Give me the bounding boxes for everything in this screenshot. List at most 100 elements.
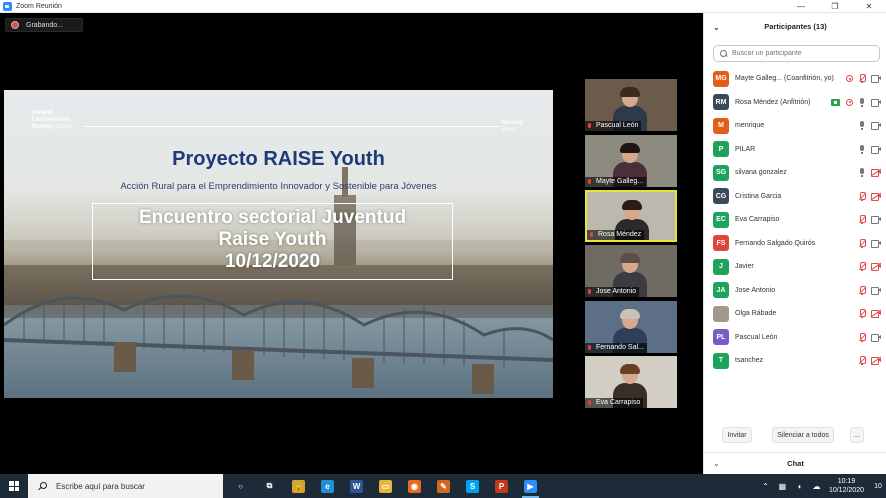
meeting-area: Grabando... Iceland Liechtenstein Norway… [0,13,703,474]
cortana-icon[interactable]: ○ [226,474,255,498]
participant-status-icons [858,208,881,232]
participant-avatar: CG [713,188,729,205]
mic-icon[interactable] [859,121,865,131]
skype-icon[interactable]: S [458,474,487,498]
panel-actions: Invitar Silenciar a todos ... [704,427,886,443]
mic-muted-icon[interactable] [858,309,867,319]
participant-avatar: T [713,352,729,369]
word-icon-glyph: W [350,479,363,493]
edge-icon[interactable]: e [313,474,342,498]
mic-muted-icon[interactable] [858,238,867,248]
participant-name: Fernando Salgado Quirós [735,240,815,247]
video-name-label: Fernando Sal... [585,343,647,353]
mic-icon[interactable] [859,144,865,154]
camera-icon [871,216,881,225]
participant-row[interactable]: SG silvana gonzalez [704,161,886,185]
participant-name: silvana gonzalez [735,169,787,176]
notification-center-button[interactable]: 10 [870,474,886,498]
mic-muted-icon[interactable] [858,191,867,201]
participant-row[interactable]: Mmenrique [704,114,886,138]
volume-icon[interactable]: ◖ [794,481,805,491]
participant-video-tile[interactable]: Mayte Galleg... [585,135,677,187]
close-button[interactable]: ✕ [852,0,886,13]
participant-row[interactable]: P PILAR [704,138,886,162]
zoom-taskbar-icon[interactable]: ▶ [516,474,545,498]
logo-right-norway: Norway [501,120,523,126]
file-explorer-icon-glyph: ▭ [379,479,392,493]
participant-video-tile[interactable]: Fernando Sal... [585,301,677,353]
camera-icon [871,75,881,84]
minimize-button[interactable]: — [784,0,818,13]
participant-row[interactable]: RM Rosa Méndez (Anfitrión) [704,91,886,115]
camera-icon [871,122,881,131]
video-name-label: Rosa Méndez [587,230,645,240]
video-name-label: Jose Antonio [585,287,640,297]
app-orange-icon[interactable]: ✎ [429,474,458,498]
taskbar-search-box[interactable]: Escribe aquí para buscar [28,474,223,498]
participant-row[interactable]: EC Eva Carrapiso [704,208,886,232]
collapse-chevron-icon[interactable]: ⌄ [713,23,720,32]
video-person-hair [620,143,640,153]
muted-mic-icon [587,288,592,296]
powerpoint-icon[interactable]: P [487,474,516,498]
participant-row[interactable]: MG Mayte Galleg... (Coanfitrión, yo) [704,67,886,91]
participant-video-tile[interactable]: Pascual León [585,79,677,131]
mic-icon[interactable] [859,97,865,107]
participant-row[interactable]: Olga Rábade [704,302,886,326]
chat-label: Chat [787,459,804,468]
recording-indicator[interactable]: Grabando... [5,18,83,32]
video-participant-name: Jose Antonio [596,288,637,295]
participant-search-input[interactable] [732,50,872,57]
mic-icon[interactable] [859,168,865,178]
participant-row[interactable]: PL Pascual León [704,326,886,350]
network-icon[interactable]: ▦ [777,481,788,491]
eea-grants-logo: Iceland Liechtenstein Norway grants [32,110,72,131]
camera-icon [871,98,881,107]
onedrive-icon[interactable]: ☁ [811,481,822,491]
logo-divider [84,126,500,127]
participant-name-text: Olga Rábade [735,310,777,318]
mic-muted-icon[interactable] [858,332,867,342]
mic-muted-icon[interactable] [858,262,867,272]
chat-chevron-icon[interactable]: ⌄ [713,459,720,468]
start-button[interactable] [0,474,28,498]
video-participant-name: Mayte Galleg... [596,178,644,185]
tray-chevron-icon[interactable]: ⌃ [760,481,771,491]
mic-muted-icon[interactable] [858,285,867,295]
video-name-label: Eva Carrapiso [585,398,644,408]
participant-row[interactable]: Ttsanchez [704,349,886,373]
participant-name-text: menrique [735,122,765,130]
participant-video-tile[interactable]: Jose Antonio [585,245,677,297]
participant-row[interactable]: J Javier [704,255,886,279]
task-view-icon[interactable]: ⧉ [255,474,284,498]
more-options-button[interactable]: ... [850,427,864,443]
chat-section-header[interactable]: ⌄ Chat [704,452,886,474]
mic-muted-icon[interactable] [858,215,867,225]
file-explorer-icon[interactable]: ▭ [371,474,400,498]
invite-button[interactable]: Invitar [722,427,752,443]
participant-row[interactable]: JA Jose Antonio [704,279,886,303]
lock-app-icon[interactable]: 🔒 [284,474,313,498]
muted-mic-icon [587,178,592,186]
muted-mic-icon [589,231,594,239]
system-clock[interactable]: 10:19 10/12/2020 [829,477,864,495]
windows-logo-icon [9,481,19,491]
participant-video-tile[interactable]: Eva Carrapiso [585,356,677,408]
mic-muted-icon[interactable] [858,74,867,84]
participant-row[interactable]: FS Fernando Salgado Quirós [704,232,886,256]
firefox-icon[interactable]: ◉ [400,474,429,498]
mute-all-button[interactable]: Silenciar a todos [772,427,834,443]
maximize-button[interactable]: ❐ [818,0,852,13]
camera-icon [871,145,881,154]
participant-avatar: MG [713,70,729,87]
video-person-hair [620,364,640,374]
camera-off-icon [870,192,882,201]
word-icon[interactable]: W [342,474,371,498]
participant-status-icons [858,255,882,279]
recording-label: Grabando... [26,21,63,29]
participant-row[interactable]: CG Cristina Garcia [704,185,886,209]
participant-search[interactable] [713,45,880,62]
video-name-label: Mayte Galleg... [585,177,647,187]
participant-video-tile[interactable]: Rosa Méndez [585,190,677,242]
mic-muted-icon[interactable] [858,356,867,366]
